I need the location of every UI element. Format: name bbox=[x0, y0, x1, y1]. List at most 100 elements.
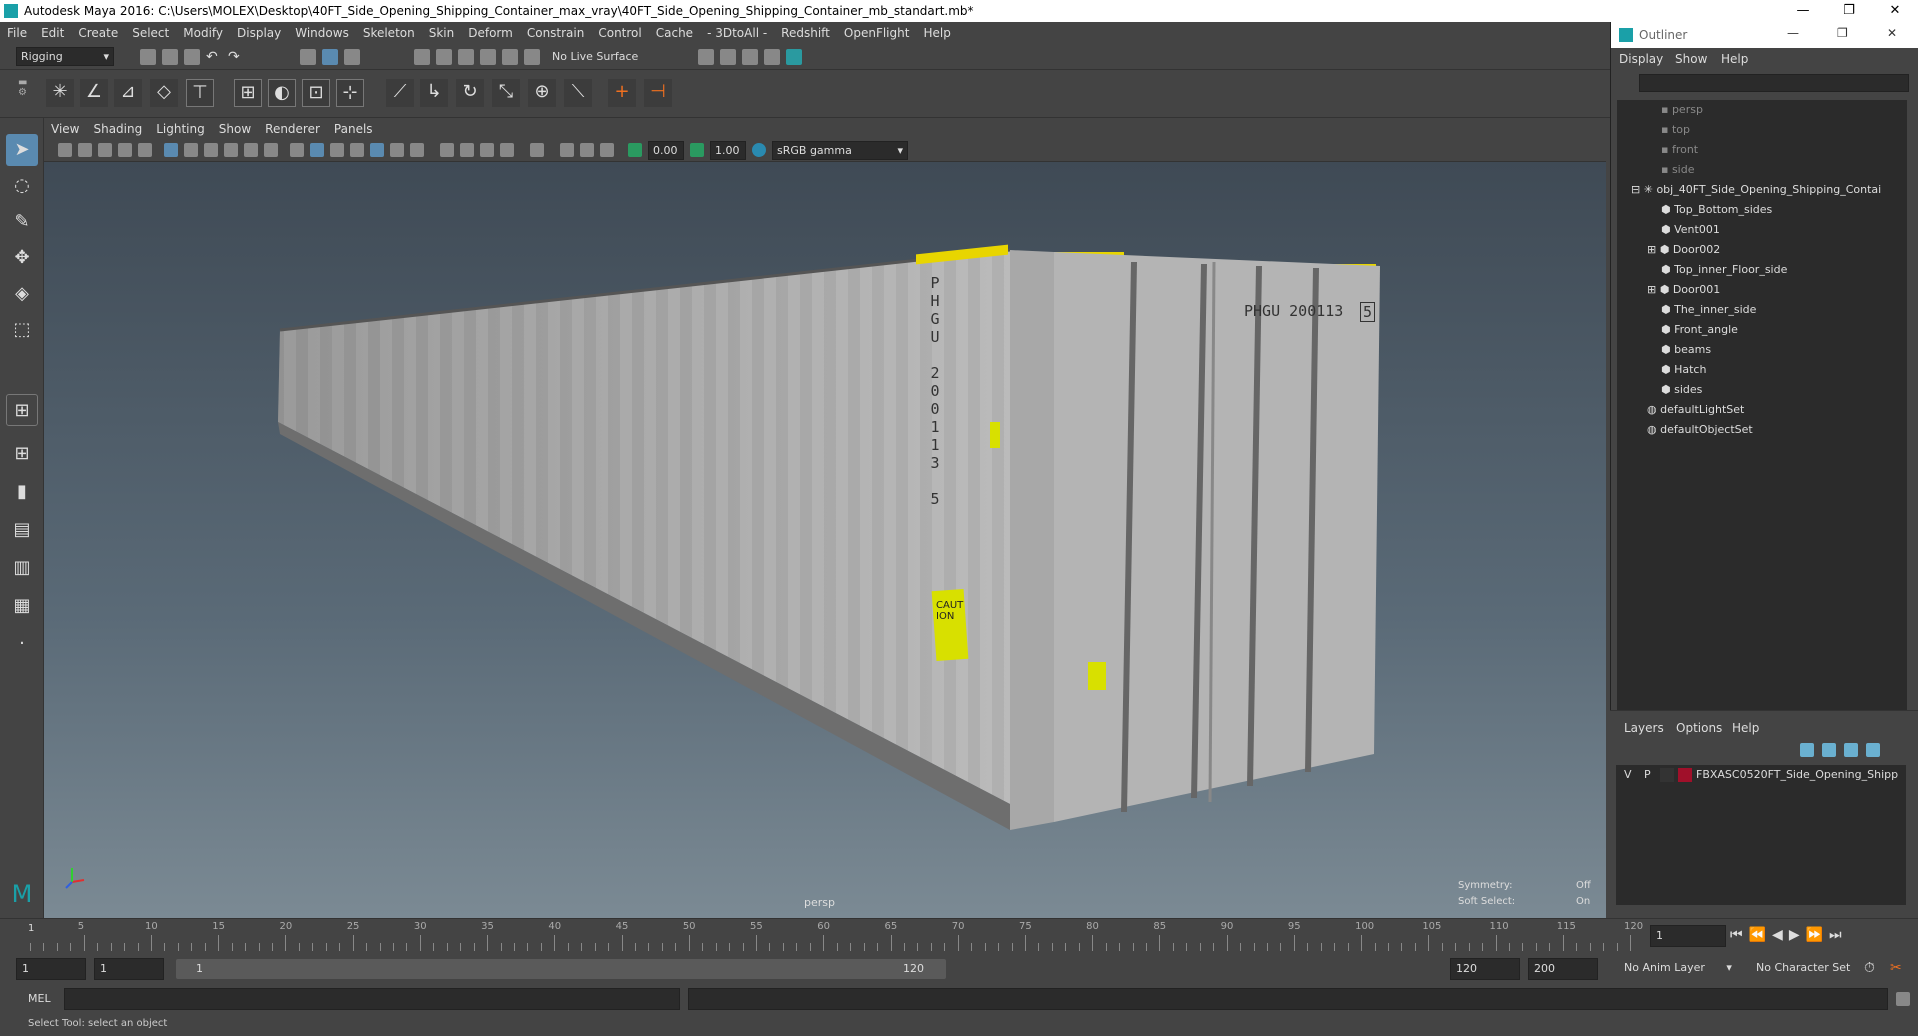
outliner-item-front-angle[interactable]: ⬢ Front_angle bbox=[1661, 320, 1738, 340]
render-frame-icon[interactable] bbox=[742, 49, 758, 65]
scale-tool-icon[interactable]: ⬚ bbox=[6, 314, 38, 346]
menu-edit[interactable]: Edit bbox=[34, 22, 71, 44]
time-slider[interactable]: 1 5 10 15 20 25 30 35 40 45 50 55 60 65 70 75 80 85 90 95 1… bbox=[0, 918, 1918, 954]
animation-end-field[interactable]: 200 bbox=[1528, 958, 1598, 980]
move-tool-icon[interactable]: ✥ bbox=[6, 242, 38, 274]
outliner-item-top[interactable]: ▪ top bbox=[1661, 120, 1690, 140]
image-plane-icon[interactable] bbox=[118, 143, 132, 157]
mirror-joint-icon[interactable]: ◇ bbox=[150, 79, 178, 107]
snap-live-icon[interactable] bbox=[524, 49, 540, 65]
layers-menu-options[interactable]: Options bbox=[1676, 721, 1722, 735]
panel-menu-renderer[interactable]: Renderer bbox=[258, 118, 327, 140]
film-gate-icon[interactable] bbox=[184, 143, 198, 157]
render-view-icon[interactable] bbox=[720, 49, 736, 65]
outliner-item-persp[interactable]: ▪ persp bbox=[1661, 100, 1703, 120]
shelf-options-icon[interactable]: ▬ ⚙ bbox=[18, 78, 30, 108]
color-management-icon[interactable] bbox=[752, 143, 766, 157]
menu-deform[interactable]: Deform bbox=[461, 22, 520, 44]
gamma-field[interactable]: 1.00 bbox=[710, 141, 746, 160]
expand-icon[interactable]: ⊞ bbox=[1647, 243, 1660, 256]
orient-joint-icon[interactable]: ⊤ bbox=[186, 79, 214, 107]
viewport-persp[interactable]: PHGU 200113 5 PHGU 200113 5 CAUTION pers… bbox=[44, 162, 1606, 918]
outliner-minimize-button[interactable]: — bbox=[1787, 26, 1799, 40]
outliner-item-default-object-set[interactable]: ◍ defaultObjectSet bbox=[1647, 420, 1753, 440]
command-language-label[interactable]: MEL bbox=[28, 992, 51, 1005]
menu-display[interactable]: Display bbox=[230, 22, 288, 44]
outliner-item-front[interactable]: ▪ front bbox=[1661, 140, 1698, 160]
menu-select[interactable]: Select bbox=[125, 22, 176, 44]
select-by-hierarchy-icon[interactable] bbox=[300, 49, 316, 65]
outliner-item-root[interactable]: ⊟ ✳ obj_40FT_Side_Opening_Shipping_Conta… bbox=[1631, 180, 1881, 200]
script-editor-icon[interactable] bbox=[1896, 992, 1910, 1006]
menu-redshift[interactable]: Redshift bbox=[774, 22, 837, 44]
step-back-frame-icon[interactable]: ◀ bbox=[1772, 927, 1789, 943]
side-by-side-layout-icon[interactable]: ▮ bbox=[6, 476, 38, 508]
panel-menu-lighting[interactable]: Lighting bbox=[149, 118, 212, 140]
hypershade-icon[interactable] bbox=[786, 49, 802, 65]
panel-menu-panels[interactable]: Panels bbox=[327, 118, 380, 140]
default-material-icon[interactable] bbox=[330, 143, 344, 157]
expand-icon[interactable]: ⊞ bbox=[1647, 283, 1660, 296]
hik-icon[interactable]: ⊣ bbox=[644, 79, 672, 107]
menuset-dropdown[interactable]: Rigging ▾ bbox=[16, 47, 114, 66]
new-layer-icon[interactable] bbox=[1844, 743, 1858, 757]
outliner-item-the-inner-side[interactable]: ⬢ The_inner_side bbox=[1661, 300, 1756, 320]
layer-move-up-icon[interactable] bbox=[1800, 743, 1814, 757]
resolution-gate-icon[interactable] bbox=[204, 143, 218, 157]
ik-spline-icon[interactable]: ⊿ bbox=[114, 79, 142, 107]
menu-help[interactable]: Help bbox=[916, 22, 957, 44]
bookmark-icon[interactable] bbox=[98, 143, 112, 157]
step-back-key-icon[interactable]: ⏪ bbox=[1749, 927, 1772, 943]
auto-key-icon[interactable]: ⏱ bbox=[1864, 960, 1880, 976]
outliner-item-side[interactable]: ▪ side bbox=[1661, 160, 1695, 180]
playback-start-field[interactable]: 1 bbox=[94, 958, 164, 980]
hypershade-layout-icon[interactable]: ▦ bbox=[6, 590, 38, 622]
current-frame-field[interactable]: 1 bbox=[1650, 925, 1726, 947]
layer-name[interactable]: FBXASC0520FT_Side_Opening_Shipp bbox=[1696, 768, 1902, 781]
xray-joints-icon[interactable] bbox=[600, 143, 614, 157]
outliner-search-input[interactable] bbox=[1639, 74, 1909, 92]
outliner-item-sides[interactable]: ⬢ sides bbox=[1661, 380, 1702, 400]
go-to-start-icon[interactable]: ⏮ bbox=[1730, 927, 1749, 943]
layer-row[interactable]: V P FBXASC0520FT_Side_Opening_Shipp bbox=[1616, 765, 1906, 785]
preferences-icon[interactable]: ✂ bbox=[1890, 960, 1906, 976]
outliner-menu-display[interactable]: Display bbox=[1619, 52, 1663, 66]
snap-surface-icon[interactable] bbox=[502, 49, 518, 65]
menu-control[interactable]: Control bbox=[591, 22, 648, 44]
select-by-object-icon[interactable] bbox=[322, 49, 338, 65]
point-constraint-icon[interactable]: ⟋ bbox=[386, 79, 414, 107]
undo-icon[interactable]: ↶ bbox=[206, 49, 222, 65]
lights-icon[interactable] bbox=[390, 143, 404, 157]
outliner-maximize-button[interactable]: ❐ bbox=[1837, 26, 1848, 40]
menu-file[interactable]: File bbox=[0, 22, 34, 44]
anim-layer-dropdown[interactable]: No Anim Layer ▾ bbox=[1624, 961, 1732, 974]
outliner-item-default-light-set[interactable]: ◍ defaultLightSet bbox=[1647, 400, 1744, 420]
menu-cache[interactable]: Cache bbox=[649, 22, 700, 44]
snap-plane-icon[interactable] bbox=[480, 49, 496, 65]
menu-windows[interactable]: Windows bbox=[288, 22, 356, 44]
wireframe-icon[interactable] bbox=[290, 143, 304, 157]
scale-constraint-icon[interactable]: ⤡ bbox=[492, 79, 520, 107]
layers-menu-layers[interactable]: Layers bbox=[1624, 721, 1664, 735]
minimize-button[interactable]: — bbox=[1780, 0, 1826, 22]
menu-openflight[interactable]: OpenFlight bbox=[837, 22, 917, 44]
anti-aliasing-icon[interactable] bbox=[480, 143, 494, 157]
layer-visibility-toggle[interactable]: V bbox=[1624, 768, 1632, 781]
redo-icon[interactable]: ↷ bbox=[228, 49, 244, 65]
view-transform-dropdown[interactable]: sRGB gamma ▾ bbox=[772, 141, 908, 160]
joint-tool-icon[interactable]: ✳ bbox=[46, 79, 74, 107]
command-input[interactable] bbox=[64, 988, 680, 1010]
live-surface-label[interactable]: No Live Surface bbox=[552, 50, 638, 63]
close-button[interactable]: ✕ bbox=[1872, 0, 1918, 22]
menu-create[interactable]: Create bbox=[71, 22, 125, 44]
layer-color-swatch[interactable] bbox=[1678, 768, 1692, 782]
grid-toggle-icon[interactable] bbox=[164, 143, 178, 157]
collapse-icon[interactable]: ⊟ bbox=[1631, 183, 1644, 196]
character-set-dropdown[interactable]: No Character Set bbox=[1756, 961, 1850, 974]
render-settings-icon[interactable] bbox=[698, 49, 714, 65]
camera-lock-icon[interactable] bbox=[78, 143, 92, 157]
animation-start-field[interactable]: 1 bbox=[16, 958, 86, 980]
layer-type-toggle[interactable] bbox=[1660, 768, 1674, 782]
single-view-layout-icon[interactable]: ⊞ bbox=[6, 394, 38, 426]
pole-vector-icon[interactable]: ⟍ bbox=[564, 79, 592, 107]
